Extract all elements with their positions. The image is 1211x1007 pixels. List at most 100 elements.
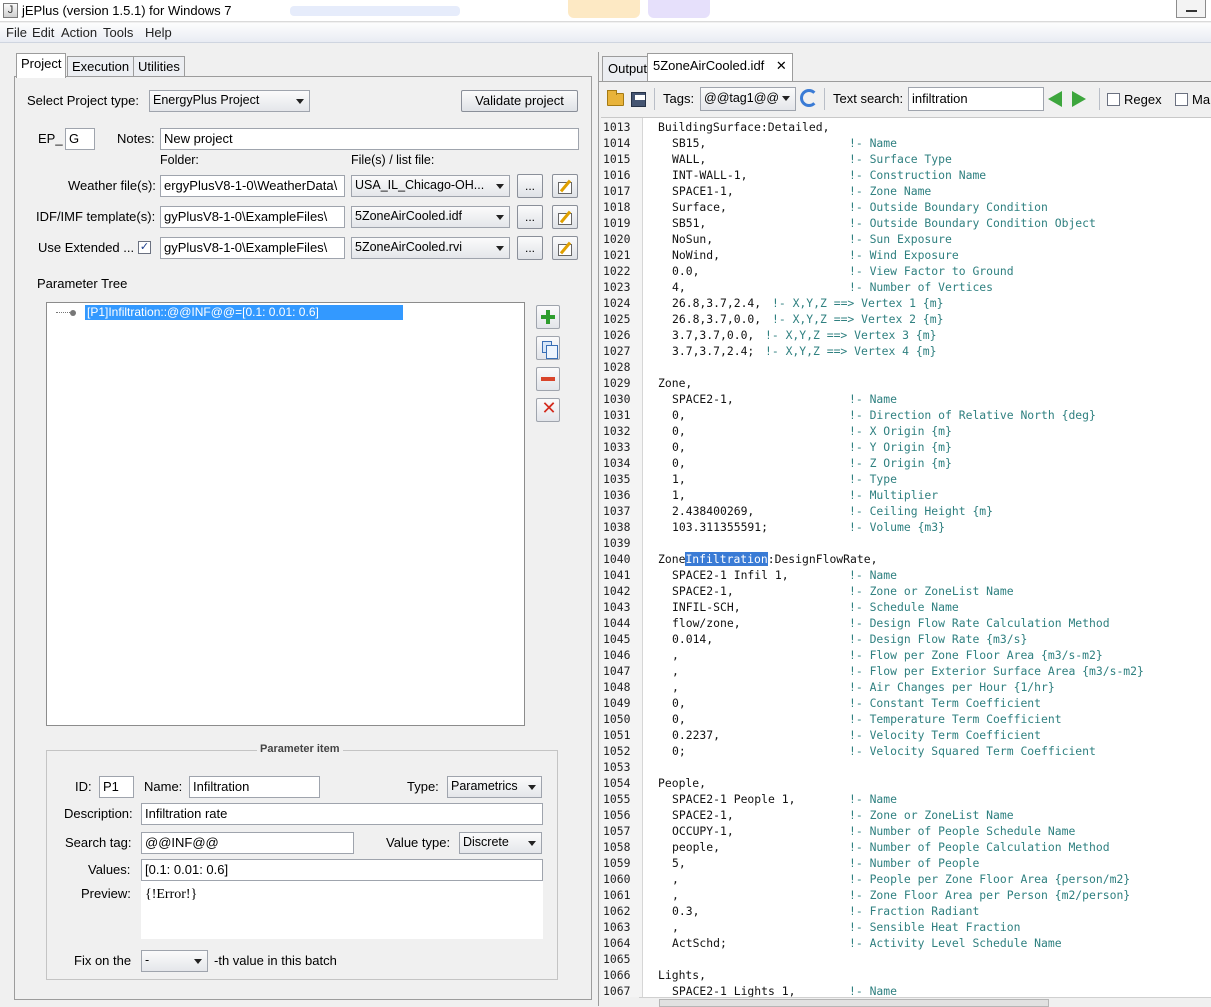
line-number: 1014 (603, 136, 631, 150)
code-line: 1031 0, !- Direction of Relative North {de… (601, 407, 1211, 423)
menu-tools[interactable]: Tools (103, 25, 133, 40)
weather-browse-button[interactable]: ... (517, 174, 543, 198)
code-text: , (672, 664, 679, 678)
copy-parameter-button[interactable] (536, 336, 560, 360)
tab-output[interactable]: Output (602, 56, 654, 81)
idf-browse-button[interactable]: ... (517, 205, 543, 229)
line-number: 1051 (603, 728, 631, 742)
idf-file-select[interactable]: 5ZoneAirCooled.idf (351, 206, 510, 228)
code-line: 1061, !- Zone Floor Area per Person {m2/p… (601, 887, 1211, 903)
code-comment: !- People per Zone Floor Area {person/m2… (849, 872, 1131, 886)
save-icon[interactable] (631, 92, 646, 107)
validate-project-button[interactable]: Validate project (461, 90, 578, 112)
code-line: 1023 4, !- Number of Vertices (601, 279, 1211, 295)
edit-icon (558, 244, 572, 256)
match-case-checkbox[interactable] (1175, 93, 1188, 106)
close-icon[interactable]: ✕ (776, 58, 787, 73)
ep-prefix-field[interactable]: G (65, 128, 95, 150)
code-text: 26.8,3.7,2.4, (672, 296, 762, 310)
rvi-edit-button[interactable] (552, 236, 578, 260)
code-text: NoSun, (672, 232, 714, 246)
line-number: 1060 (603, 872, 631, 886)
tab-idf-file[interactable]: 5ZoneAirCooled.idf ✕ (647, 53, 793, 81)
project-type-select[interactable]: EnergyPlus Project (149, 90, 310, 112)
idf-text-editor[interactable]: 1013 BuildingSurface:Detailed, 1014 SB15, !-… (601, 117, 1211, 997)
add-parameter-button[interactable] (536, 305, 560, 329)
description-field[interactable]: Infiltration rate (141, 803, 543, 825)
menu-file[interactable]: File (6, 25, 27, 40)
code-comment: !- Z Origin {m} (849, 456, 952, 470)
code-comment: !- Wind Exposure (849, 248, 959, 262)
fix-suffix-label: -th value in this batch (214, 953, 337, 968)
code-line: 1058 people, !- Number of People Calculati… (601, 839, 1211, 855)
text-search-input[interactable]: infiltration (908, 87, 1044, 111)
rvi-browse-button[interactable]: ... (517, 236, 543, 260)
tab-execution[interactable]: Execution (67, 56, 135, 77)
code-comment: !- Zone or ZoneList Name (849, 808, 1014, 822)
code-comment: !- Zone Name (849, 184, 932, 198)
search-next-icon[interactable] (1072, 91, 1086, 107)
fix-select[interactable]: - (141, 950, 208, 972)
code-line: 1064 ActSchd; !- Activity Level Schedule N… (601, 935, 1211, 951)
open-folder-icon[interactable] (607, 90, 624, 106)
code-line: 1028 (601, 359, 1211, 375)
minimize-button[interactable] (1176, 0, 1206, 18)
code-line: 1041 SPACE2-1 Infil 1, !- Name (601, 567, 1211, 583)
line-number: 1036 (603, 488, 631, 502)
code-comment: !- Outside Boundary Condition (849, 200, 1048, 214)
search-previous-icon[interactable] (1048, 91, 1062, 107)
rvi-file-select[interactable]: 5ZoneAirCooled.rvi (351, 237, 510, 259)
code-text: SB51, (672, 216, 707, 230)
menu-action[interactable]: Action (61, 25, 97, 40)
rvi-folder-field[interactable]: gyPlusV8-1-0\ExampleFiles\ (160, 237, 345, 259)
menu-help[interactable]: Help (145, 25, 172, 40)
code-line: 1015 WALL, !- Surface Type (601, 151, 1211, 167)
parameter-tree-label: Parameter Tree (37, 276, 128, 291)
code-text: SB15, (672, 136, 707, 150)
code-line: 1018 Surface, !- Outside Boundary Conditio… (601, 199, 1211, 215)
line-number: 1042 (603, 584, 631, 598)
notes-field[interactable]: New project (160, 128, 579, 150)
code-line: 1046, !- Flow per Zone Floor Area {m3/s-m… (601, 647, 1211, 663)
search-tag-field[interactable]: @@INF@@ (141, 832, 354, 854)
line-number: 1046 (603, 648, 631, 662)
type-select[interactable]: Parametrics (447, 776, 542, 798)
weather-folder-field[interactable]: ergyPlusV8-1-0\WeatherData\ (160, 175, 345, 197)
copy-icon (542, 341, 558, 359)
line-number: 1015 (603, 152, 631, 166)
code-comment: !- Outside Boundary Condition Object (849, 216, 1096, 230)
ep-label: EP_ (38, 131, 63, 146)
use-extended-checkbox[interactable]: ✓ (138, 241, 151, 254)
tree-node-p1[interactable]: [P1]Infiltration::@@INF@@=[0.1: 0.01: 0.… (85, 305, 403, 320)
delete-parameter-button[interactable]: ✕ (536, 398, 560, 422)
id-field[interactable]: P1 (99, 776, 134, 798)
tab-utilities[interactable]: Utilities (133, 56, 185, 77)
code-line: 1048, !- Air Changes per Hour {1/hr} (601, 679, 1211, 695)
name-field[interactable]: Infiltration (189, 776, 320, 798)
value-type-select[interactable]: Discrete (459, 832, 542, 854)
menu-edit[interactable]: Edit (32, 25, 54, 40)
code-line: 1034 0, !- Z Origin {m} (601, 455, 1211, 471)
line-number: 1048 (603, 680, 631, 694)
parameter-tree[interactable]: [P1]Infiltration::@@INF@@=[0.1: 0.01: 0.… (46, 302, 525, 726)
remove-parameter-button[interactable] (536, 367, 560, 391)
values-field[interactable]: [0.1: 0.01: 0.6] (141, 859, 543, 881)
weather-file-select[interactable]: USA_IL_Chicago-OH... (351, 175, 510, 197)
taskbar-blur (290, 6, 460, 16)
tags-select[interactable]: @@tag1@@ (700, 87, 796, 111)
weather-edit-button[interactable] (552, 174, 578, 198)
refresh-icon[interactable] (800, 89, 818, 107)
idf-folder-field[interactable]: gyPlusV8-1-0\ExampleFiles\ (160, 206, 345, 228)
code-text: INFIL-SCH, (672, 600, 741, 614)
idf-edit-button[interactable] (552, 205, 578, 229)
tab-project[interactable]: Project (16, 53, 67, 78)
code-line: 1016 INT-WALL-1, !- Construction Name (601, 167, 1211, 183)
regex-checkbox[interactable] (1107, 93, 1120, 106)
code-text: 103.311355591; (672, 520, 769, 534)
menu-bar: File Edit Action Tools Help (0, 23, 1211, 43)
preview-area: {!Error!} (141, 881, 543, 939)
code-text: SPACE2-1, (672, 584, 734, 598)
line-number: 1062 (603, 904, 631, 918)
code-text: , (672, 920, 679, 934)
code-line: 1014 SB15, !- Name (601, 135, 1211, 151)
